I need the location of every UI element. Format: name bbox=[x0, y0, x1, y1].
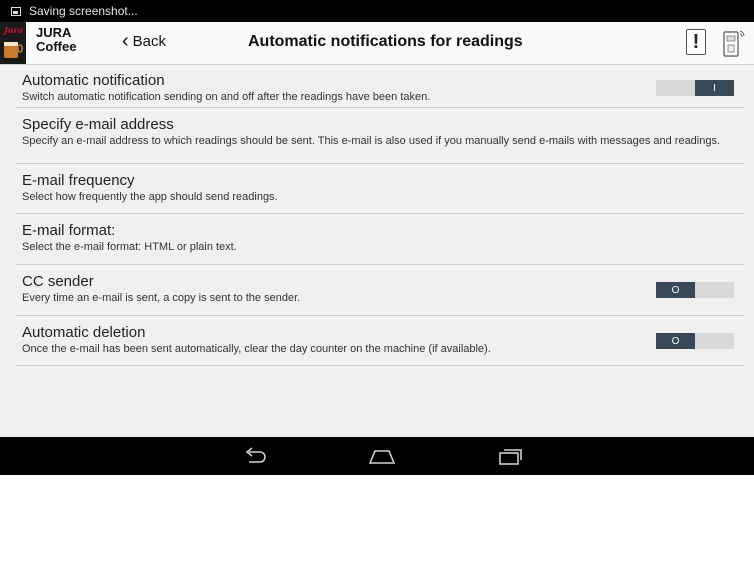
setting-description: Once the e-mail has been sent automatica… bbox=[22, 343, 491, 355]
exclamation-icon[interactable]: ! bbox=[686, 29, 706, 55]
action-bar: Jura JURA Coffee ‹ Back Automatic notifi… bbox=[0, 22, 754, 65]
setting-automatic-notification[interactable]: Automatic notification Switch automatic … bbox=[16, 64, 744, 108]
toggle-off-label: O bbox=[656, 333, 695, 349]
toggle-on-label: I bbox=[695, 80, 734, 96]
automatic-notification-toggle[interactable]: I bbox=[656, 80, 734, 96]
setting-email-format[interactable]: E-mail format: Select the e-mail format:… bbox=[16, 214, 744, 265]
toggle-on-half bbox=[695, 282, 734, 298]
cc-sender-toggle[interactable]: O bbox=[656, 282, 734, 298]
brand-name: JURA Coffee bbox=[36, 26, 76, 54]
setting-title: E-mail frequency bbox=[22, 172, 135, 189]
setting-title: Automatic notification bbox=[22, 72, 165, 89]
settings-list: Automatic notification Switch automatic … bbox=[16, 64, 744, 366]
brand-line-2: Coffee bbox=[36, 39, 77, 54]
brand-line-1: JURA bbox=[36, 25, 72, 40]
screenshot-icon bbox=[11, 6, 21, 16]
setting-description: Every time an e-mail is sent, a copy is … bbox=[22, 292, 301, 304]
recents-icon[interactable] bbox=[497, 445, 523, 467]
back-label: Back bbox=[132, 32, 167, 50]
setting-title: E-mail format: bbox=[22, 222, 116, 239]
setting-description: Select the e-mail format: HTML or plain … bbox=[22, 241, 237, 253]
setting-cc-sender[interactable]: CC sender Every time an e-mail is sent, … bbox=[16, 265, 744, 316]
back-arrow-icon[interactable] bbox=[243, 445, 269, 467]
home-icon[interactable] bbox=[367, 445, 397, 467]
navigation-bar bbox=[0, 437, 754, 475]
app-screen: Saving screenshot... Jura JURA Coffee ‹ … bbox=[0, 0, 754, 475]
page-title: Automatic notifications for readings bbox=[248, 33, 523, 50]
jura-logo: Jura bbox=[0, 22, 26, 64]
setting-email-frequency[interactable]: E-mail frequency Select how frequently t… bbox=[16, 164, 744, 214]
setting-automatic-deletion[interactable]: Automatic deletion Once the e-mail has b… bbox=[16, 316, 744, 366]
svg-text:Jura: Jura bbox=[2, 25, 23, 35]
setting-title: Automatic deletion bbox=[22, 324, 146, 341]
setting-description: Switch automatic notification sending on… bbox=[22, 91, 431, 103]
toggle-off-label: O bbox=[656, 282, 695, 298]
status-bar: Saving screenshot... bbox=[0, 0, 754, 22]
setting-email-address[interactable]: Specify e-mail address Specify an e-mail… bbox=[16, 108, 744, 164]
setting-title: Specify e-mail address bbox=[22, 116, 174, 133]
setting-description: Select how frequently the app should sen… bbox=[22, 191, 278, 203]
coffee-machine-icon[interactable] bbox=[720, 28, 746, 58]
toggle-on-half bbox=[695, 333, 734, 349]
setting-description: Specify an e-mail address to which readi… bbox=[22, 135, 721, 147]
back-button[interactable]: ‹ Back bbox=[122, 30, 167, 52]
setting-title: CC sender bbox=[22, 273, 94, 290]
toggle-off-half bbox=[656, 80, 695, 96]
status-notification-text: Saving screenshot... bbox=[29, 4, 138, 18]
automatic-deletion-toggle[interactable]: O bbox=[656, 333, 734, 349]
chevron-left-icon: ‹ bbox=[122, 30, 129, 52]
